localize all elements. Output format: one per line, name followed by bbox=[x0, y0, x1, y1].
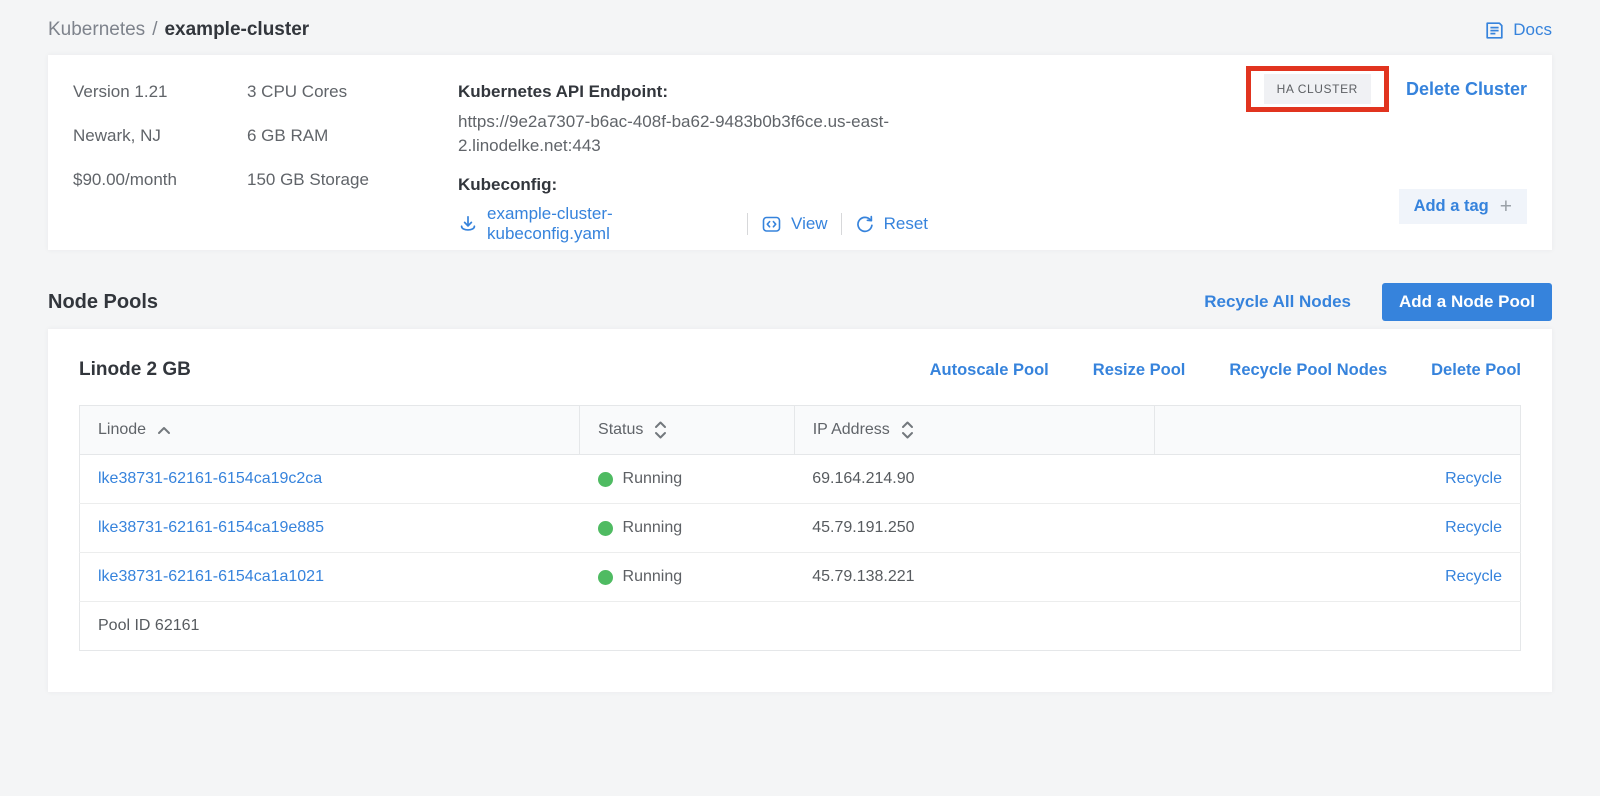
kubernetes-cluster-detail-page: Kubernetes / example-cluster Docs Versio… bbox=[0, 0, 1600, 692]
status-label: Running bbox=[623, 568, 683, 586]
node-link[interactable]: lke38731-62161-6154ca19c2ca bbox=[98, 470, 322, 487]
table-row: lke38731-62161-6154ca1a1021 Running 45.7… bbox=[80, 553, 1521, 602]
top-bar: Kubernetes / example-cluster Docs bbox=[48, 0, 1552, 42]
annotation-highlight-rectangle: HA CLUSTER bbox=[1246, 66, 1389, 112]
kubeconfig-label: Kubeconfig: bbox=[458, 175, 928, 195]
column-header-ip-address[interactable]: IP Address bbox=[794, 406, 1154, 455]
api-endpoint-url: https://9e2a7307-b6ac-408f-ba62-9483b0b3… bbox=[458, 110, 910, 158]
node-link[interactable]: lke38731-62161-6154ca1a1021 bbox=[98, 568, 324, 585]
table-row: lke38731-62161-6154ca19c2ca Running 69.1… bbox=[80, 455, 1521, 504]
status-label: Running bbox=[623, 470, 683, 488]
api-endpoint-label: Kubernetes API Endpoint: bbox=[458, 82, 928, 102]
reset-icon bbox=[855, 214, 875, 234]
status-label: Running bbox=[623, 519, 683, 537]
recycle-node-button[interactable]: Recycle bbox=[1445, 519, 1502, 536]
pool-name: Linode 2 GB bbox=[79, 359, 191, 381]
status-running-dot bbox=[598, 521, 613, 536]
docs-label: Docs bbox=[1513, 20, 1552, 40]
autoscale-pool-button[interactable]: Autoscale Pool bbox=[930, 361, 1049, 380]
add-tag-label: Add a tag bbox=[1414, 197, 1489, 216]
pool-actions: Autoscale Pool Resize Pool Recycle Pool … bbox=[930, 361, 1521, 380]
node-ip-address: 69.164.214.90 bbox=[812, 470, 914, 487]
status-running-dot bbox=[598, 472, 613, 487]
kubeconfig-view-label: View bbox=[791, 214, 828, 234]
node-pool-card: Linode 2 GB Autoscale Pool Resize Pool R… bbox=[48, 329, 1552, 692]
delete-cluster-button[interactable]: Delete Cluster bbox=[1406, 79, 1527, 100]
cluster-api-column: Kubernetes API Endpoint: https://9e2a730… bbox=[458, 82, 928, 224]
kubeconfig-file-name: example-cluster-kubeconfig.yaml bbox=[487, 204, 734, 244]
column-header-status[interactable]: Status bbox=[580, 406, 795, 455]
node-link[interactable]: lke38731-62161-6154ca19e885 bbox=[98, 519, 324, 536]
node-ip-address: 45.79.191.250 bbox=[812, 519, 914, 536]
cluster-region: Newark, NJ bbox=[73, 126, 247, 146]
node-ip-address: 45.79.138.221 bbox=[812, 568, 914, 585]
pool-id-label: Pool ID 62161 bbox=[80, 602, 1521, 651]
add-node-pool-button[interactable]: Add a Node Pool bbox=[1382, 283, 1552, 321]
column-header-actions bbox=[1154, 406, 1520, 455]
sort-both-icon bbox=[900, 419, 915, 441]
status-cell: Running bbox=[598, 519, 795, 537]
kubeconfig-reset-link[interactable]: Reset bbox=[855, 214, 928, 234]
node-pools-header: Node Pools Recycle All Nodes Add a Node … bbox=[48, 283, 1552, 321]
column-header-linode[interactable]: Linode bbox=[80, 406, 580, 455]
recycle-all-nodes-button[interactable]: Recycle All Nodes bbox=[1204, 292, 1351, 312]
docs-icon bbox=[1484, 20, 1505, 41]
docs-link[interactable]: Docs bbox=[1484, 20, 1552, 41]
cluster-storage: 150 GB Storage bbox=[247, 170, 458, 190]
node-pools-title: Node Pools bbox=[48, 291, 158, 314]
breadcrumb: Kubernetes / example-cluster bbox=[48, 19, 309, 41]
divider bbox=[747, 213, 748, 235]
cluster-summary-right-column: HA CLUSTER Delete Cluster Add a tag + bbox=[1246, 82, 1527, 224]
kubeconfig-view-link[interactable]: View bbox=[761, 214, 828, 234]
column-header-status-label: Status bbox=[598, 421, 643, 439]
download-icon bbox=[458, 214, 478, 234]
node-pool-table: Linode Status bbox=[79, 405, 1521, 651]
sort-both-icon bbox=[653, 419, 668, 441]
status-cell: Running bbox=[598, 470, 795, 488]
delete-pool-button[interactable]: Delete Pool bbox=[1431, 361, 1521, 380]
column-header-ip-address-label: IP Address bbox=[813, 421, 890, 439]
code-view-icon bbox=[761, 214, 782, 234]
recycle-node-button[interactable]: Recycle bbox=[1445, 568, 1502, 585]
ha-cluster-badge: HA CLUSTER bbox=[1264, 74, 1371, 104]
kubeconfig-actions: example-cluster-kubeconfig.yaml View bbox=[458, 204, 928, 244]
divider bbox=[841, 213, 842, 235]
cluster-specs-column-2: 3 CPU Cores 6 GB RAM 150 GB Storage bbox=[247, 82, 458, 224]
table-footer-row: Pool ID 62161 bbox=[80, 602, 1521, 651]
kubeconfig-reset-label: Reset bbox=[884, 214, 928, 234]
sort-ascending-icon bbox=[156, 425, 172, 435]
cluster-version: Version 1.21 bbox=[73, 82, 247, 102]
cluster-price: $90.00/month bbox=[73, 170, 247, 190]
status-cell: Running bbox=[598, 568, 795, 586]
cluster-summary-panel: Version 1.21 Newark, NJ $90.00/month 3 C… bbox=[48, 55, 1552, 250]
resize-pool-button[interactable]: Resize Pool bbox=[1093, 361, 1186, 380]
cluster-specs-column-1: Version 1.21 Newark, NJ $90.00/month bbox=[73, 82, 247, 224]
column-header-linode-label: Linode bbox=[98, 421, 146, 439]
status-running-dot bbox=[598, 570, 613, 585]
pool-header: Linode 2 GB Autoscale Pool Resize Pool R… bbox=[79, 359, 1521, 381]
kubeconfig-download-link[interactable]: example-cluster-kubeconfig.yaml bbox=[458, 204, 734, 244]
recycle-pool-nodes-button[interactable]: Recycle Pool Nodes bbox=[1229, 361, 1387, 380]
table-row: lke38731-62161-6154ca19e885 Running 45.7… bbox=[80, 504, 1521, 553]
cluster-actions: HA CLUSTER Delete Cluster bbox=[1246, 66, 1527, 112]
breadcrumb-separator: / bbox=[152, 19, 157, 41]
cluster-ram: 6 GB RAM bbox=[247, 126, 458, 146]
breadcrumb-current-cluster: example-cluster bbox=[164, 19, 309, 41]
cluster-cpu: 3 CPU Cores bbox=[247, 82, 458, 102]
plus-icon: + bbox=[1500, 199, 1512, 215]
breadcrumb-kubernetes-link[interactable]: Kubernetes bbox=[48, 19, 145, 41]
recycle-node-button[interactable]: Recycle bbox=[1445, 470, 1502, 487]
table-header-row: Linode Status bbox=[80, 406, 1521, 455]
add-tag-button[interactable]: Add a tag + bbox=[1399, 189, 1527, 224]
